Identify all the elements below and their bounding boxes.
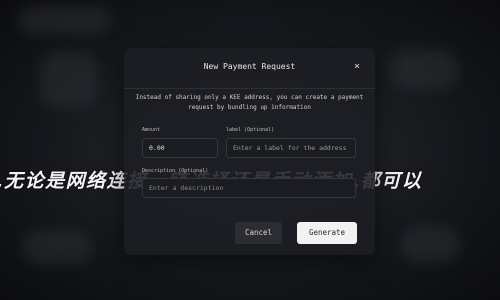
payment-request-dialog: New Payment Request × Instead of sharing… [124,48,375,255]
close-icon[interactable]: × [350,60,364,74]
dialog-title: New Payment Request [203,62,296,71]
cancel-button[interactable]: Cancel [235,222,282,244]
amount-label: Amount [142,127,161,133]
app-screen: ,无论是网络连接、链选择还是手动添加,都可以 New Payment Reque… [0,0,500,300]
background-blob [22,230,92,264]
description-input[interactable]: Enter a description [142,178,356,198]
background-blob [40,52,98,108]
background-blob [400,226,460,262]
label-field-label: label (Optional) [226,127,275,133]
amount-input[interactable]: 0.00 [142,138,218,158]
background-blob [18,6,110,34]
description-field-label: Description (Optional) [142,168,209,174]
dialog-header: New Payment Request × [124,48,375,89]
generate-button[interactable]: Generate [297,222,357,244]
background-blob [388,50,458,90]
dialog-description: Instead of sharing only a KEE address, y… [135,94,364,111]
label-input[interactable]: Enter a label for the address [226,138,356,158]
